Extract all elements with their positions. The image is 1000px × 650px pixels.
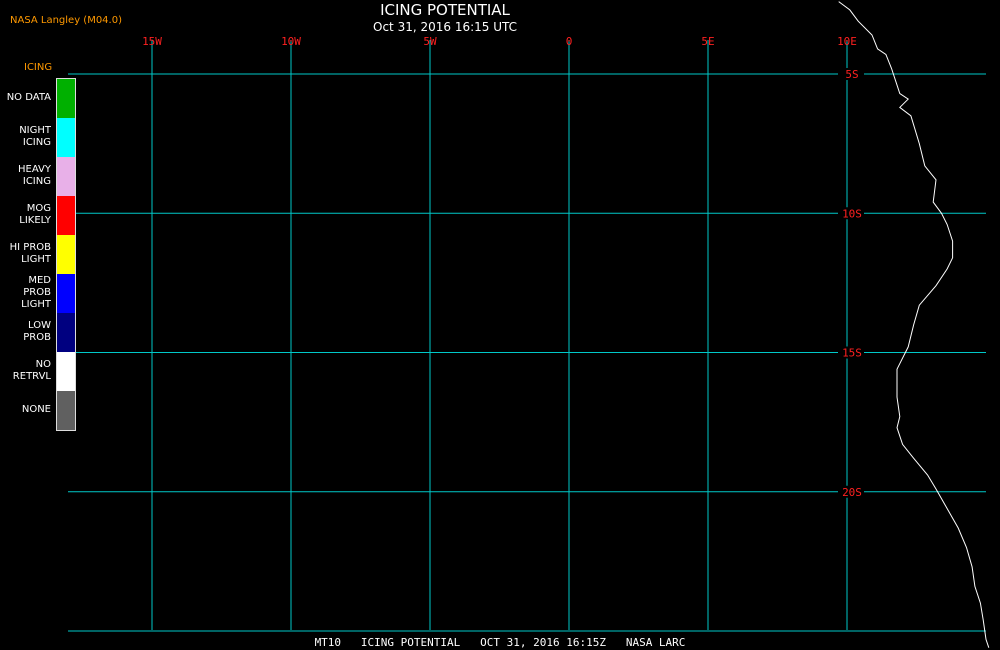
legend-label: NO DATA (6, 91, 51, 103)
legend-swatch (57, 274, 75, 313)
meridian-label: 5W (423, 35, 437, 48)
meridian-label: 10W (281, 35, 301, 48)
legend-labels: NO DATA NIGHT ICING HEAVY ICING MOG LIKELY H… (0, 78, 51, 429)
legend-swatch (57, 352, 75, 391)
legend-label: HEAVY ICING (18, 163, 51, 187)
footer-caption: MT10 ICING POTENTIAL OCT 31, 2016 16:15Z… (314, 636, 686, 649)
parallel-label: 10S (842, 207, 862, 220)
parallel-label: 20S (842, 486, 862, 499)
meridian-label: 15W (142, 35, 162, 48)
meridian-label: 5E (701, 35, 714, 48)
legend-label: NONE (21, 403, 51, 415)
legend-label: MED PROB LIGHT (21, 274, 51, 310)
legend-swatch (57, 235, 75, 274)
meridian-label: 0 (566, 35, 573, 48)
map-title: ICING POTENTIAL (380, 1, 510, 19)
legend-swatch (57, 157, 75, 196)
legend-swatch (57, 118, 75, 157)
legend-label: LOW PROB (23, 319, 51, 343)
legend-swatch (57, 79, 75, 118)
graticule-labels: 15W 10W 5W 0 5E 10E 5S 10S 15S 20S (142, 35, 864, 499)
map-timestamp: Oct 31, 2016 16:15 UTC (373, 20, 517, 34)
parallel-label: 5S (845, 68, 858, 81)
legend-swatch (57, 313, 75, 352)
parallel-label: 15S (842, 347, 862, 360)
icing-map[interactable]: 15W 10W 5W 0 5E 10E 5S 10S 15S 20S (0, 0, 1000, 650)
meridian-label: 10E (837, 35, 857, 48)
coastline (838, 1, 990, 648)
legend-label: NIGHT ICING (19, 124, 51, 148)
legend-title: ICING (24, 62, 53, 73)
legend-label: MOG LIKELY (19, 202, 51, 226)
legend-label: HI PROB LIGHT (9, 241, 51, 265)
legend-colorbar (56, 78, 76, 431)
legend-label: NO RETRVL (12, 358, 51, 382)
legend-swatch (57, 391, 75, 430)
graticule (68, 40, 986, 632)
legend-swatch (57, 196, 75, 235)
